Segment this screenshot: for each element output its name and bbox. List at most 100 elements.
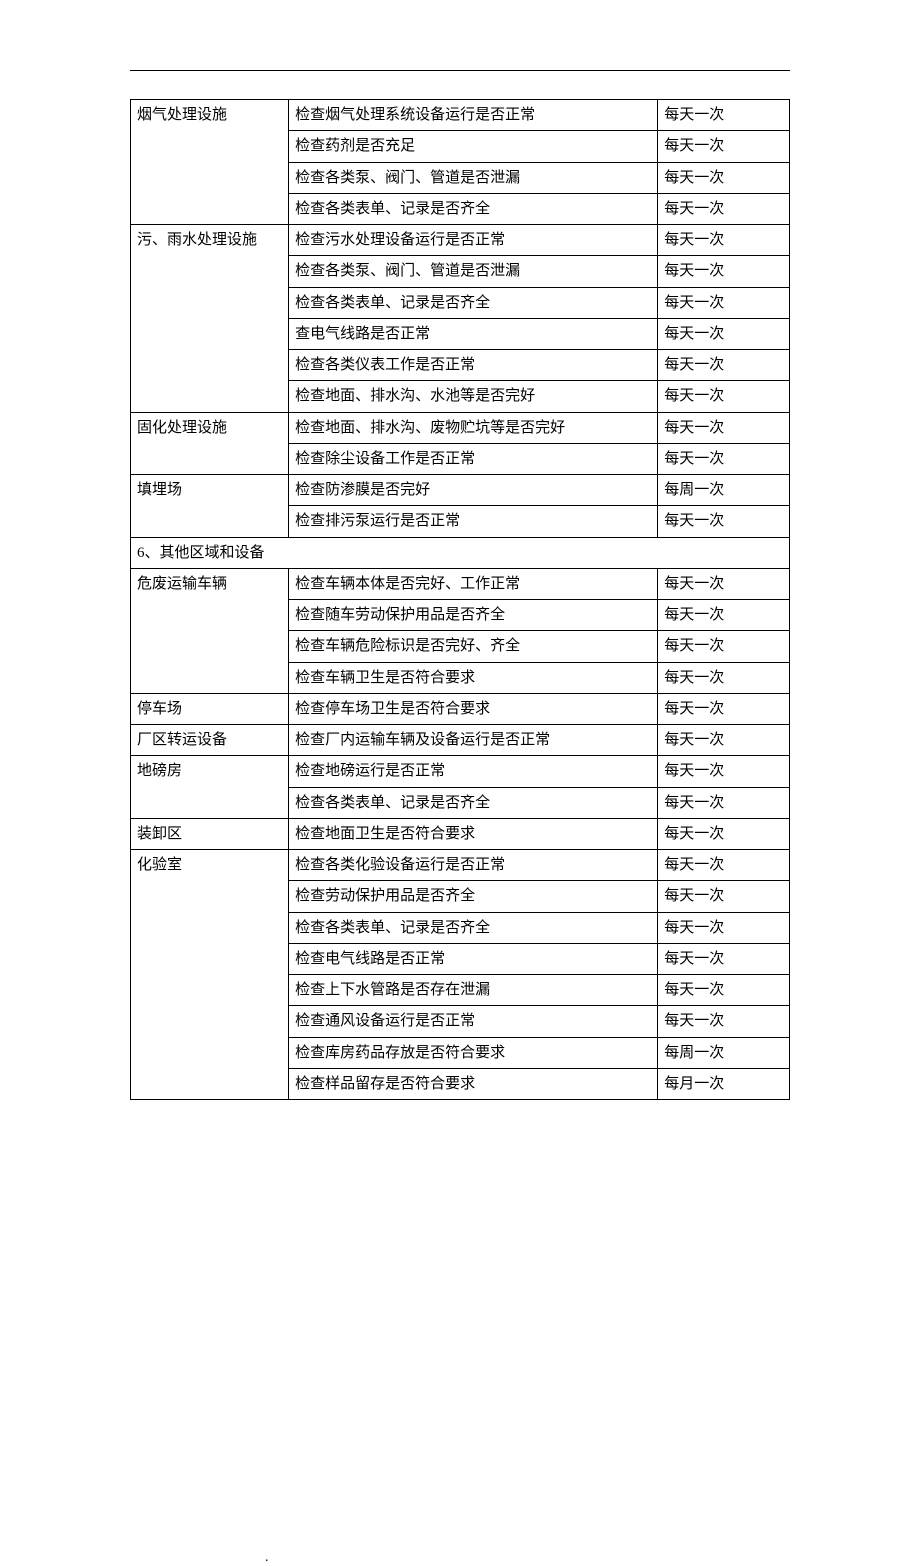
item-cell: 检查上下水管路是否存在泄漏: [289, 975, 658, 1006]
item-cell: 检查车辆本体是否完好、工作正常: [289, 568, 658, 599]
category-cell: 厂区转运设备: [131, 725, 289, 756]
item-cell: 检查地面、排水沟、废物贮坑等是否完好: [289, 412, 658, 443]
item-cell: 检查车辆危险标识是否完好、齐全: [289, 631, 658, 662]
category-cell: [131, 1068, 289, 1099]
item-cell: 检查除尘设备工作是否正常: [289, 443, 658, 474]
category-cell: 填埋场: [131, 475, 289, 506]
category-cell: [131, 631, 289, 662]
category-cell: 化验室: [131, 850, 289, 881]
section-cell: 6、其他区域和设备: [131, 537, 790, 568]
item-cell: 检查车辆卫生是否符合要求: [289, 662, 658, 693]
table-row: 危废运输车辆检查车辆本体是否完好、工作正常每天一次: [131, 568, 790, 599]
item-cell: 检查各类泵、阀门、管道是否泄漏: [289, 256, 658, 287]
freq-cell: 每天一次: [658, 193, 790, 224]
freq-cell: 每天一次: [658, 818, 790, 849]
table-row: 检查排污泵运行是否正常每天一次: [131, 506, 790, 537]
freq-cell: 每天一次: [658, 318, 790, 349]
category-cell: [131, 381, 289, 412]
freq-cell: 每天一次: [658, 912, 790, 943]
table-row: 检查通风设备运行是否正常每天一次: [131, 1006, 790, 1037]
table-row: 检查车辆危险标识是否完好、齐全每天一次: [131, 631, 790, 662]
section-row: 6、其他区域和设备: [131, 537, 790, 568]
category-cell: [131, 162, 289, 193]
category-cell: [131, 600, 289, 631]
top-rule: [130, 70, 790, 71]
freq-cell: 每天一次: [658, 131, 790, 162]
item-cell: 检查厂内运输车辆及设备运行是否正常: [289, 725, 658, 756]
table-row: 装卸区检查地面卫生是否符合要求每天一次: [131, 818, 790, 849]
table-row: 烟气处理设施检查烟气处理系统设备运行是否正常每天一次: [131, 100, 790, 131]
category-cell: 烟气处理设施: [131, 100, 289, 131]
category-cell: [131, 1037, 289, 1068]
freq-cell: 每天一次: [658, 850, 790, 881]
freq-cell: 每天一次: [658, 412, 790, 443]
category-cell: 停车场: [131, 693, 289, 724]
category-cell: [131, 287, 289, 318]
table-row: 检查电气线路是否正常每天一次: [131, 943, 790, 974]
table-row: 检查药剂是否充足每天一次: [131, 131, 790, 162]
table-row: 污、雨水处理设施检查污水处理设备运行是否正常每天一次: [131, 225, 790, 256]
item-cell: 检查电气线路是否正常: [289, 943, 658, 974]
item-cell: 检查库房药品存放是否符合要求: [289, 1037, 658, 1068]
category-cell: 危废运输车辆: [131, 568, 289, 599]
freq-cell: 每周一次: [658, 1037, 790, 1068]
item-cell: 检查药剂是否充足: [289, 131, 658, 162]
item-cell: 检查各类表单、记录是否齐全: [289, 787, 658, 818]
table-row: 厂区转运设备检查厂内运输车辆及设备运行是否正常每天一次: [131, 725, 790, 756]
freq-cell: 每天一次: [658, 350, 790, 381]
category-cell: 固化处理设施: [131, 412, 289, 443]
item-cell: 查电气线路是否正常: [289, 318, 658, 349]
page: 烟气处理设施检查烟气处理系统设备运行是否正常每天一次检查药剂是否充足每天一次检查…: [0, 0, 920, 1566]
item-cell: 检查样品留存是否符合要求: [289, 1068, 658, 1099]
table-row: 查电气线路是否正常每天一次: [131, 318, 790, 349]
item-cell: 检查停车场卫生是否符合要求: [289, 693, 658, 724]
freq-cell: 每天一次: [658, 287, 790, 318]
item-cell: 检查地面、排水沟、水池等是否完好: [289, 381, 658, 412]
freq-cell: 每天一次: [658, 256, 790, 287]
table-row: 检查样品留存是否符合要求每月一次: [131, 1068, 790, 1099]
freq-cell: 每天一次: [658, 693, 790, 724]
item-cell: 检查随车劳动保护用品是否齐全: [289, 600, 658, 631]
freq-cell: 每天一次: [658, 162, 790, 193]
table-row: 固化处理设施检查地面、排水沟、废物贮坑等是否完好每天一次: [131, 412, 790, 443]
category-cell: [131, 881, 289, 912]
freq-cell: 每天一次: [658, 100, 790, 131]
category-cell: [131, 1006, 289, 1037]
freq-cell: 每天一次: [658, 662, 790, 693]
category-cell: [131, 975, 289, 1006]
category-cell: [131, 943, 289, 974]
freq-cell: 每天一次: [658, 975, 790, 1006]
freq-cell: 每周一次: [658, 475, 790, 506]
freq-cell: 每月一次: [658, 1068, 790, 1099]
table-row: 检查劳动保护用品是否齐全每天一次: [131, 881, 790, 912]
table-row: 检查各类表单、记录是否齐全每天一次: [131, 193, 790, 224]
item-cell: 检查各类化验设备运行是否正常: [289, 850, 658, 881]
table-row: 检查随车劳动保护用品是否齐全每天一次: [131, 600, 790, 631]
freq-cell: 每天一次: [658, 506, 790, 537]
table-row: 检查各类泵、阀门、管道是否泄漏每天一次: [131, 162, 790, 193]
item-cell: 检查各类表单、记录是否齐全: [289, 287, 658, 318]
item-cell: 检查通风设备运行是否正常: [289, 1006, 658, 1037]
table-row: 检查车辆卫生是否符合要求每天一次: [131, 662, 790, 693]
category-cell: [131, 256, 289, 287]
item-cell: 检查各类仪表工作是否正常: [289, 350, 658, 381]
item-cell: 检查防渗膜是否完好: [289, 475, 658, 506]
item-cell: 检查劳动保护用品是否齐全: [289, 881, 658, 912]
table-row: 检查地面、排水沟、水池等是否完好每天一次: [131, 381, 790, 412]
category-cell: 污、雨水处理设施: [131, 225, 289, 256]
table-row: 地磅房检查地磅运行是否正常每天一次: [131, 756, 790, 787]
table-row: 检查上下水管路是否存在泄漏每天一次: [131, 975, 790, 1006]
item-cell: 检查各类泵、阀门、管道是否泄漏: [289, 162, 658, 193]
freq-cell: 每天一次: [658, 1006, 790, 1037]
table-row: 检查库房药品存放是否符合要求每周一次: [131, 1037, 790, 1068]
category-cell: [131, 443, 289, 474]
freq-cell: 每天一次: [658, 881, 790, 912]
item-cell: 检查地面卫生是否符合要求: [289, 818, 658, 849]
table-row: 检查各类仪表工作是否正常每天一次: [131, 350, 790, 381]
category-cell: 地磅房: [131, 756, 289, 787]
freq-cell: 每天一次: [658, 381, 790, 412]
freq-cell: 每天一次: [658, 225, 790, 256]
table-row: 检查各类表单、记录是否齐全每天一次: [131, 912, 790, 943]
table-row: 停车场检查停车场卫生是否符合要求每天一次: [131, 693, 790, 724]
item-cell: 检查排污泵运行是否正常: [289, 506, 658, 537]
